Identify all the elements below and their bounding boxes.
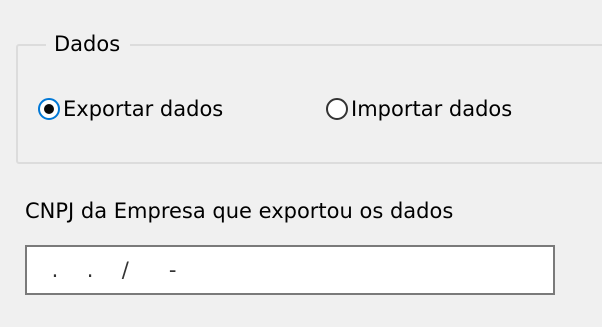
radio-unchecked-icon[interactable]: [326, 98, 348, 120]
import-data-radio[interactable]: Importar dados: [326, 93, 512, 125]
export-data-label[interactable]: Exportar dados: [63, 97, 223, 121]
import-data-label[interactable]: Importar dados: [351, 97, 512, 121]
groupbox-legend: Dados: [46, 30, 131, 58]
cnpj-label: CNPJ da Empresa que exportou os dados: [25, 199, 454, 223]
export-data-radio[interactable]: Exportar dados: [38, 93, 223, 125]
radio-checked-icon[interactable]: [38, 98, 60, 120]
cnpj-input[interactable]: . . / -: [25, 245, 555, 295]
